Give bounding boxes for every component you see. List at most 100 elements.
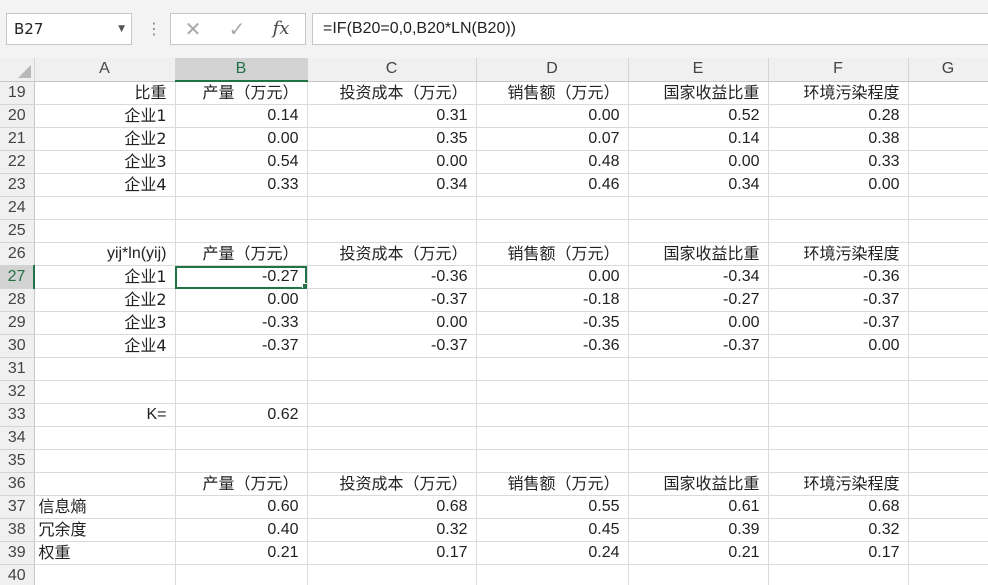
row-header[interactable]: 25	[0, 219, 35, 243]
cell-e31[interactable]	[628, 357, 769, 381]
cell-d22[interactable]: 0.48	[476, 150, 629, 174]
row-header[interactable]: 19	[0, 81, 35, 105]
cell-a24[interactable]	[34, 196, 176, 220]
cell-f27[interactable]: -0.36	[768, 265, 909, 289]
cell-b32[interactable]	[175, 380, 308, 404]
cell-c27[interactable]: -0.36	[307, 265, 477, 289]
cell-d25[interactable]	[476, 219, 629, 243]
cell-a31[interactable]	[34, 357, 176, 381]
row-header[interactable]: 20	[0, 104, 35, 128]
row-header[interactable]: 39	[0, 541, 35, 565]
cell-a39[interactable]: 权重	[34, 541, 176, 565]
cell-b31[interactable]	[175, 357, 308, 381]
row-header[interactable]: 30	[0, 334, 35, 358]
column-header-f[interactable]: F	[768, 58, 909, 82]
cell-b29[interactable]: -0.33	[175, 311, 308, 335]
cell-b38[interactable]: 0.40	[175, 518, 308, 542]
cell-g33[interactable]	[908, 403, 988, 427]
cell-f28[interactable]: -0.37	[768, 288, 909, 312]
cell-e24[interactable]	[628, 196, 769, 220]
cell-e34[interactable]	[628, 426, 769, 450]
row-header[interactable]: 36	[0, 472, 35, 496]
row-header[interactable]: 27	[0, 265, 35, 289]
cell-e25[interactable]	[628, 219, 769, 243]
cell-d40[interactable]	[476, 564, 629, 585]
cell-g30[interactable]	[908, 334, 988, 358]
cell-c30[interactable]: -0.37	[307, 334, 477, 358]
row-header[interactable]: 23	[0, 173, 35, 197]
cell-f19[interactable]: 环境污染程度	[768, 81, 909, 105]
cell-e26[interactable]: 国家收益比重	[628, 242, 769, 266]
cell-a19[interactable]: 比重	[34, 81, 176, 105]
cell-e19[interactable]: 国家收益比重	[628, 81, 769, 105]
enter-icon[interactable]: ✓	[217, 14, 257, 44]
cell-d39[interactable]: 0.24	[476, 541, 629, 565]
cell-f24[interactable]	[768, 196, 909, 220]
cell-a32[interactable]	[34, 380, 176, 404]
cell-c28[interactable]: -0.37	[307, 288, 477, 312]
cell-f22[interactable]: 0.33	[768, 150, 909, 174]
select-all-button[interactable]	[0, 58, 35, 82]
column-header-d[interactable]: D	[476, 58, 629, 82]
cell-e35[interactable]	[628, 449, 769, 473]
cell-c34[interactable]	[307, 426, 477, 450]
column-header-b[interactable]: B	[175, 58, 308, 82]
cell-c40[interactable]	[307, 564, 477, 585]
column-header-g[interactable]: G	[908, 58, 988, 82]
cell-f39[interactable]: 0.17	[768, 541, 909, 565]
cell-b26[interactable]: 产量（万元）	[175, 242, 308, 266]
cell-g40[interactable]	[908, 564, 988, 585]
cell-d32[interactable]	[476, 380, 629, 404]
cell-f40[interactable]	[768, 564, 909, 585]
row-header[interactable]: 33	[0, 403, 35, 427]
cell-d26[interactable]: 销售额（万元）	[476, 242, 629, 266]
cell-b23[interactable]: 0.33	[175, 173, 308, 197]
cell-c32[interactable]	[307, 380, 477, 404]
cell-e32[interactable]	[628, 380, 769, 404]
cell-d27[interactable]: 0.00	[476, 265, 629, 289]
cell-f38[interactable]: 0.32	[768, 518, 909, 542]
cell-c19[interactable]: 投资成本（万元）	[307, 81, 477, 105]
cell-f35[interactable]	[768, 449, 909, 473]
cell-b37[interactable]: 0.60	[175, 495, 308, 519]
cell-c23[interactable]: 0.34	[307, 173, 477, 197]
formula-input[interactable]: =IF(B20=0,0,B20*LN(B20))	[312, 13, 988, 45]
cell-b21[interactable]: 0.00	[175, 127, 308, 151]
cell-f30[interactable]: 0.00	[768, 334, 909, 358]
cell-d36[interactable]: 销售额（万元）	[476, 472, 629, 496]
cell-b25[interactable]	[175, 219, 308, 243]
cell-d34[interactable]	[476, 426, 629, 450]
row-header[interactable]: 22	[0, 150, 35, 174]
cell-e28[interactable]: -0.27	[628, 288, 769, 312]
cell-f33[interactable]	[768, 403, 909, 427]
cell-d35[interactable]	[476, 449, 629, 473]
row-header[interactable]: 28	[0, 288, 35, 312]
column-header-e[interactable]: E	[628, 58, 769, 82]
cell-c22[interactable]: 0.00	[307, 150, 477, 174]
cell-g22[interactable]	[908, 150, 988, 174]
cell-c26[interactable]: 投资成本（万元）	[307, 242, 477, 266]
row-header[interactable]: 35	[0, 449, 35, 473]
cell-e37[interactable]: 0.61	[628, 495, 769, 519]
cell-d33[interactable]	[476, 403, 629, 427]
cell-a26[interactable]: yij*ln(yij)	[34, 242, 176, 266]
cell-c25[interactable]	[307, 219, 477, 243]
cell-b27[interactable]: -0.27	[175, 265, 308, 289]
row-header[interactable]: 21	[0, 127, 35, 151]
cell-d31[interactable]	[476, 357, 629, 381]
cell-a30[interactable]: 企业4	[34, 334, 176, 358]
cell-e29[interactable]: 0.00	[628, 311, 769, 335]
cell-d19[interactable]: 销售额（万元）	[476, 81, 629, 105]
row-header[interactable]: 40	[0, 564, 35, 585]
cell-a34[interactable]	[34, 426, 176, 450]
cell-g28[interactable]	[908, 288, 988, 312]
cell-e36[interactable]: 国家收益比重	[628, 472, 769, 496]
row-header[interactable]: 32	[0, 380, 35, 404]
cell-b28[interactable]: 0.00	[175, 288, 308, 312]
cell-f21[interactable]: 0.38	[768, 127, 909, 151]
cell-a25[interactable]	[34, 219, 176, 243]
cell-c20[interactable]: 0.31	[307, 104, 477, 128]
cell-a23[interactable]: 企业4	[34, 173, 176, 197]
cell-g38[interactable]	[908, 518, 988, 542]
name-box[interactable]: B27 ▼	[6, 13, 132, 45]
